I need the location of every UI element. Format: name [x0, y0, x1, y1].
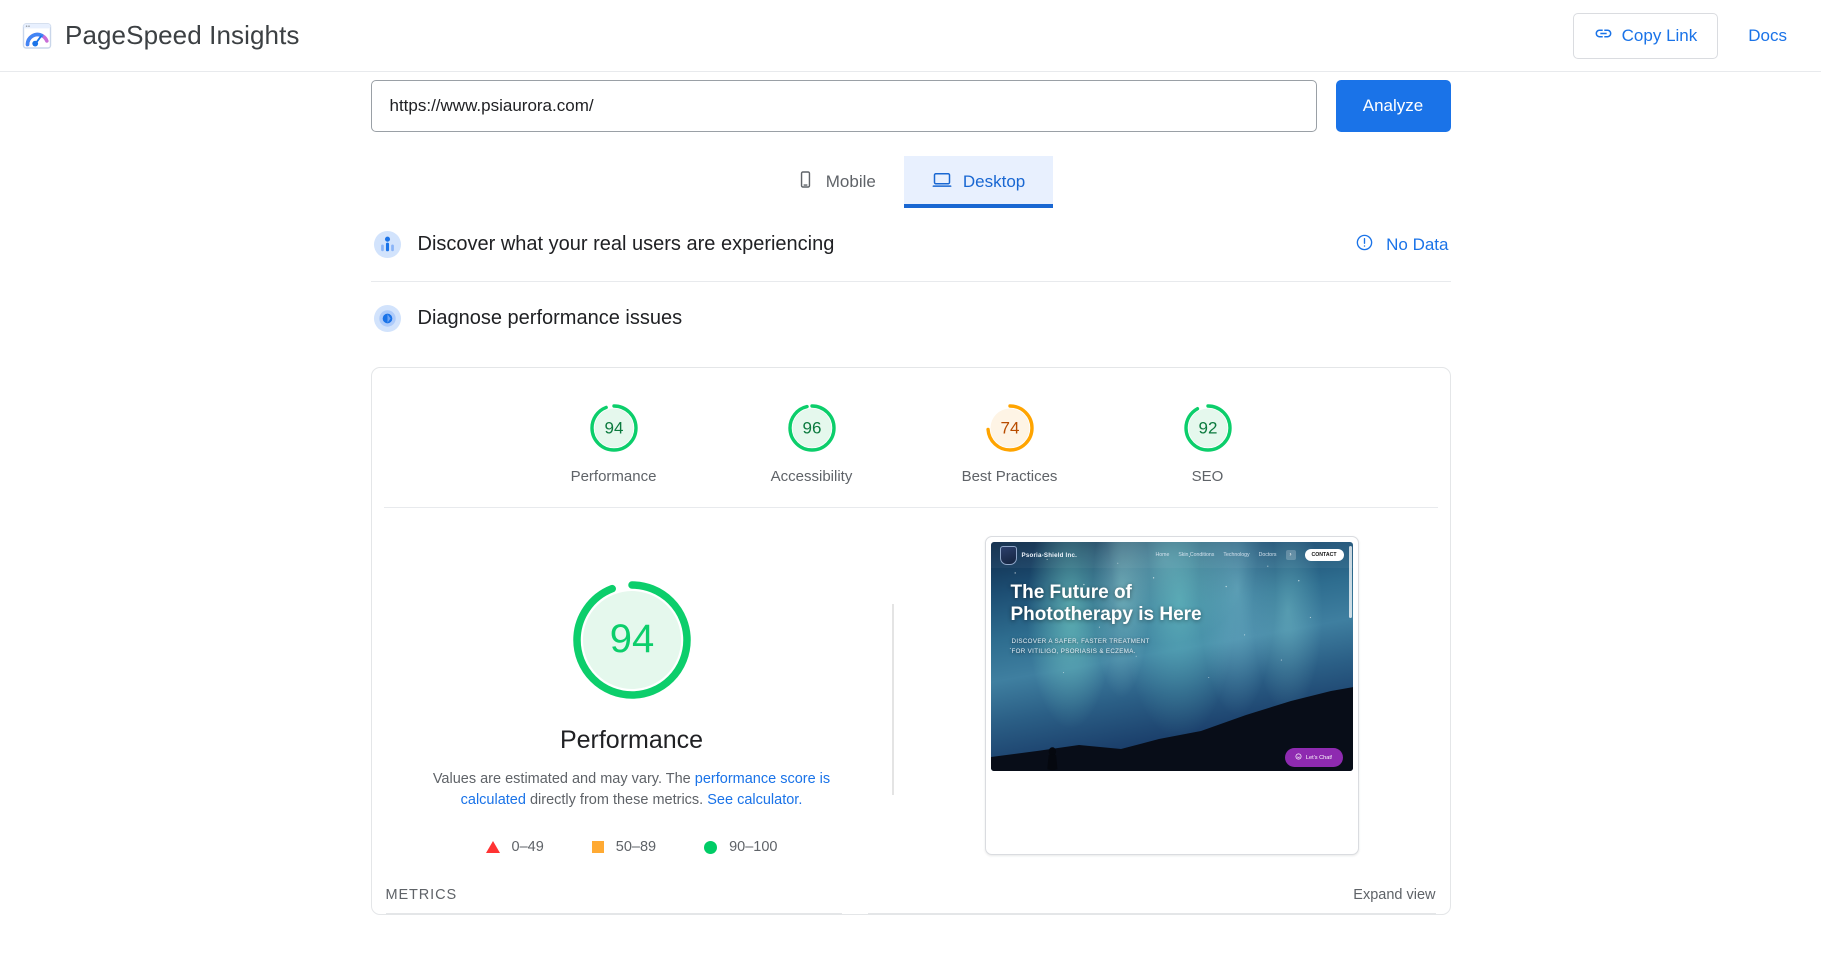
gauge-ring-accessibility: 96	[786, 402, 838, 454]
field-data-title: Discover what your real users are experi…	[417, 233, 835, 255]
thumbnail-headline: The Future of Phototherapy is Here	[1011, 582, 1202, 627]
square-icon	[591, 841, 604, 854]
circle-icon	[704, 840, 718, 854]
info-icon	[1355, 233, 1374, 257]
thumbnail-subhead: DISCOVER A SAFER, FASTER TREATMENT FOR V…	[1012, 637, 1150, 656]
url-bar-row: Analyze	[370, 80, 1451, 132]
device-tabs: Mobile Desktop	[371, 156, 1451, 208]
legend-item-average: 50–89	[591, 839, 657, 856]
performance-panel-title: Performance	[559, 726, 704, 754]
expand-view-button[interactable]: Expand view	[1353, 887, 1435, 903]
category-label-best-practices: Best Practices	[961, 468, 1058, 485]
category-label-accessibility: Accessibility	[770, 468, 853, 485]
real-users-icon	[373, 230, 402, 259]
category-label-performance: Performance	[570, 468, 657, 485]
page-screenshot: Psoria-Shield Inc. Home Skin Conditions …	[990, 542, 1353, 771]
thumbnail-headline-line2: Phototherapy is Here	[1010, 604, 1202, 626]
gauge-ring-seo: 92	[1182, 402, 1234, 454]
thumbnail-subhead-line1: DISCOVER A SAFER, FASTER TREATMENT	[1011, 638, 1150, 645]
thumbnail-nav-doctors: Doctors	[1258, 552, 1277, 558]
metrics-header-row: METRICS Expand view	[372, 861, 1450, 903]
category-label-seo: SEO	[1191, 468, 1224, 485]
performance-disclaimer: Values are estimated and may vary. The p…	[412, 769, 852, 811]
metrics-divider-left	[385, 913, 842, 915]
gauge-ring-best-practices: 74	[984, 402, 1036, 454]
psoria-shield-logo-icon	[999, 545, 1017, 565]
copy-link-label: Copy Link	[1621, 25, 1698, 45]
see-calculator-link[interactable]: See calculator.	[707, 792, 802, 808]
performance-gauge-large: 94	[568, 576, 696, 704]
no-data-status[interactable]: No Data	[1355, 233, 1449, 257]
field-data-section: Discover what your real users are experi…	[370, 208, 1451, 282]
tab-desktop[interactable]: Desktop	[903, 156, 1054, 208]
gauge-score-seo: 92	[1198, 419, 1217, 438]
legend-label-average: 50–89	[615, 839, 657, 856]
gauge-score-performance: 94	[604, 419, 623, 438]
legend-item-poor: 0–49	[485, 839, 544, 856]
thumbnail-nav-home: Home	[1155, 552, 1170, 558]
header-actions: Copy Link Docs	[1572, 12, 1799, 59]
chevron-right-icon: ›	[1285, 550, 1296, 560]
diagnose-icon	[373, 304, 402, 333]
screenshot-pane: Psoria-Shield Inc. Home Skin Conditions …	[894, 536, 1450, 856]
performance-split: 94 Performance Values are estimated and …	[372, 508, 1450, 856]
gauge-ring-performance: 94	[588, 402, 640, 454]
app-header: PageSpeed Insights Copy Link Docs	[0, 0, 1821, 72]
category-gauge-seo[interactable]: 92 SEO	[1148, 402, 1268, 485]
copy-link-button[interactable]: Copy Link	[1572, 12, 1719, 59]
app-title: PageSpeed Insights	[65, 20, 300, 50]
pagespeed-gauge-logo-icon	[22, 21, 52, 51]
thumbnail-chat-label: Let's Chat!	[1305, 754, 1333, 761]
chat-bubble-icon	[1295, 753, 1302, 762]
category-gauge-best-practices[interactable]: 74 Best Practices	[950, 402, 1070, 485]
thumbnail-contact-button: CONTACT	[1304, 549, 1344, 561]
lab-data-section: Diagnose performance issues	[371, 282, 1451, 355]
gauge-score-best-practices: 74	[1000, 419, 1019, 438]
thumbnail-nav-items: Home Skin Conditions Technology Doctors …	[1156, 549, 1344, 561]
thumbnail-brand: Psoria-Shield Inc.	[1021, 551, 1078, 559]
no-data-label: No Data	[1386, 234, 1449, 254]
desktop-icon	[932, 170, 952, 195]
metrics-divider	[372, 903, 1450, 915]
legend-label-poor: 0–49	[511, 839, 544, 856]
tab-desktop-label: Desktop	[962, 172, 1026, 191]
legend-label-good: 90–100	[729, 839, 778, 856]
triangle-icon	[485, 841, 500, 854]
lab-data-title: Diagnose performance issues	[417, 307, 683, 329]
brand[interactable]: PageSpeed Insights	[22, 20, 300, 51]
thumbnail-nav: Psoria-Shield Inc. Home Skin Conditions …	[990, 542, 1353, 568]
results-card: 94 Performance 96 Accessibility 74 Best …	[370, 367, 1451, 916]
category-gauges: 94 Performance 96 Accessibility 74 Best …	[383, 368, 1438, 508]
tab-mobile-label: Mobile	[825, 172, 876, 191]
link-icon	[1594, 24, 1613, 48]
disclaimer-text-1: Values are estimated and may vary. The	[432, 771, 695, 787]
person-silhouette	[1046, 747, 1058, 771]
metrics-label: METRICS	[385, 887, 458, 904]
content-column: Analyze Mobile	[370, 72, 1451, 916]
metrics-divider-right	[867, 913, 1436, 915]
category-gauge-accessibility[interactable]: 96 Accessibility	[752, 402, 872, 485]
performance-score-large: 94	[609, 617, 654, 661]
tab-mobile[interactable]: Mobile	[768, 156, 904, 208]
thumbnail-chat-widget: Let's Chat!	[1284, 748, 1343, 767]
page-body: Analyze Mobile	[0, 72, 1821, 916]
performance-summary-pane: 94 Performance Values are estimated and …	[372, 536, 892, 855]
mobile-icon	[796, 170, 815, 194]
page-screenshot-frame[interactable]: Psoria-Shield Inc. Home Skin Conditions …	[984, 536, 1359, 856]
thumbnail-nav-technology: Technology	[1223, 552, 1250, 558]
thumbnail-headline-line1: The Future of	[1010, 582, 1132, 603]
docs-link[interactable]: Docs	[1736, 16, 1799, 56]
score-legend: 0–49 50–89 90–100	[485, 839, 777, 856]
disclaimer-text-2: directly from these metrics.	[525, 792, 708, 809]
url-input[interactable]	[370, 80, 1317, 132]
thumbnail-subhead-line2: FOR VITILIGO, PSORIASIS & ECZEMA.	[1011, 647, 1136, 655]
category-gauge-performance[interactable]: 94 Performance	[554, 402, 674, 485]
analyze-button[interactable]: Analyze	[1335, 80, 1451, 132]
thumbnail-nav-skin-conditions: Skin Conditions	[1178, 552, 1215, 558]
gauge-score-accessibility: 96	[802, 419, 821, 438]
thumbnail-scrollbar	[1348, 546, 1352, 618]
legend-item-good: 90–100	[704, 839, 777, 855]
